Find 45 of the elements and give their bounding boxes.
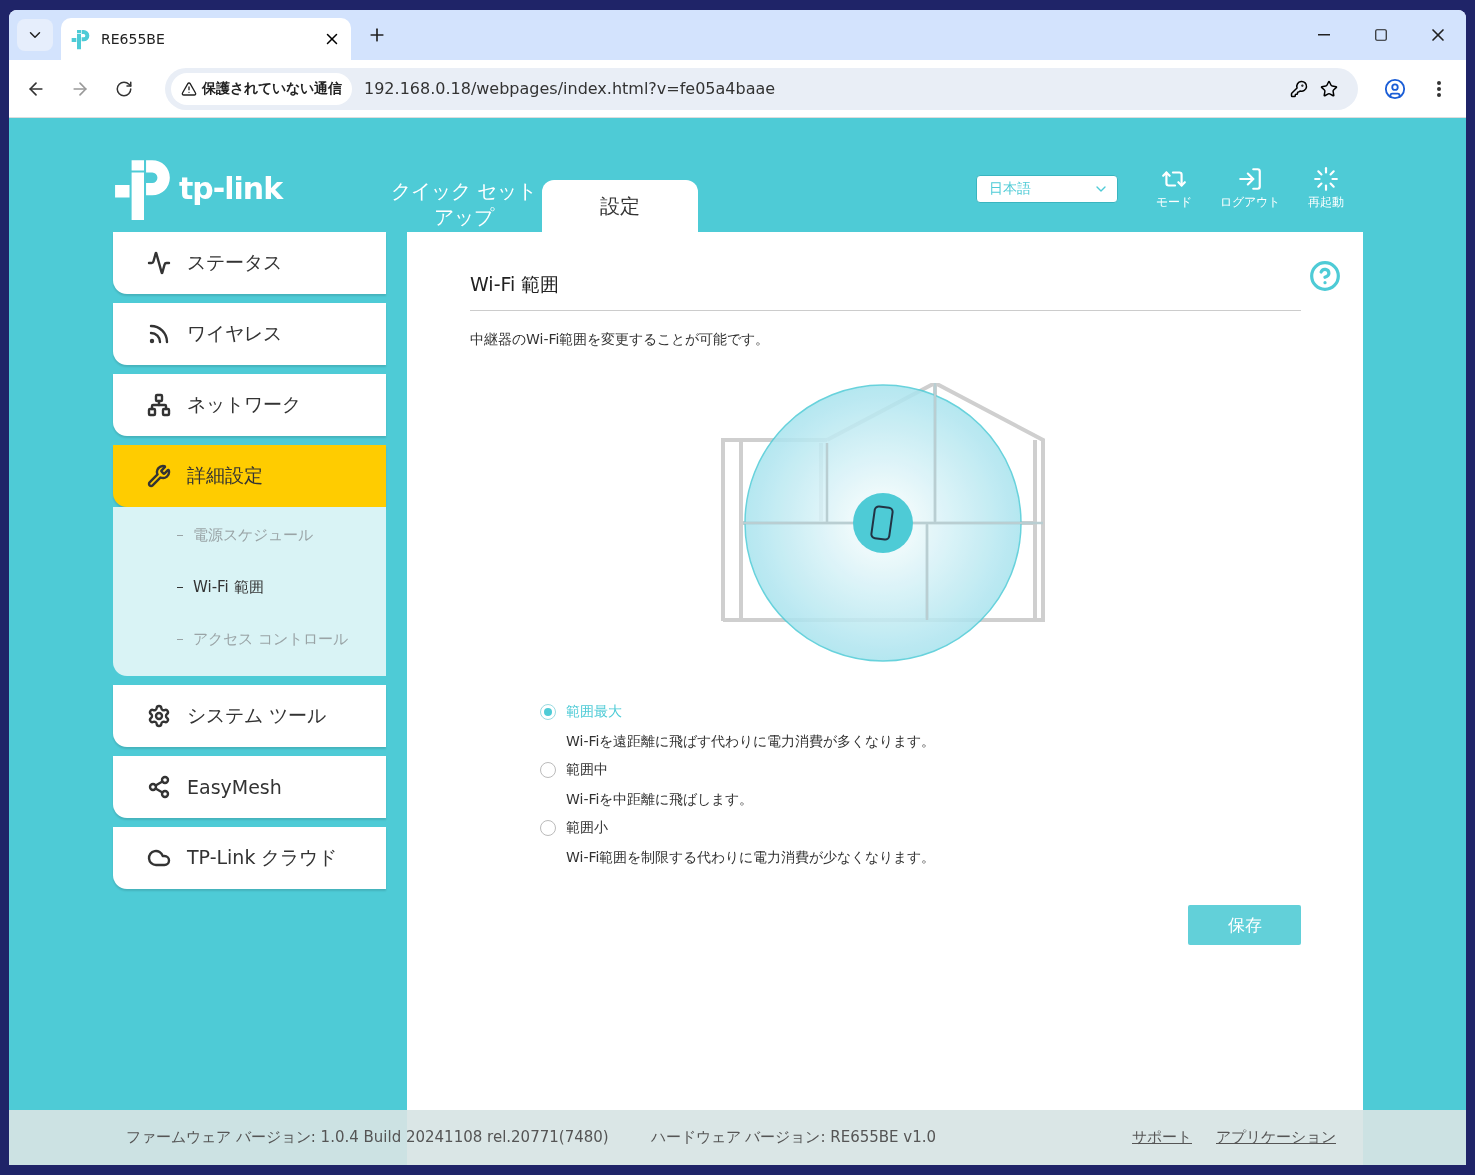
option-description: Wi-Fiを中距離に飛ばします。 — [566, 791, 755, 809]
address-bar[interactable]: 保護されていない通信 192.168.0.18/webpages/index.html?v=fe05a4baae — [165, 67, 1358, 110]
option-label: 範囲中 — [566, 761, 609, 779]
option-label: 範囲最大 — [566, 703, 623, 721]
exit-icon — [1237, 166, 1263, 192]
browser-tab[interactable]: RE655BE — [61, 18, 351, 60]
spinner-icon — [1313, 166, 1339, 192]
signal-waves-icon — [147, 322, 171, 346]
nav-tab[interactable]: 設定 — [542, 180, 698, 232]
key-icon[interactable] — [1290, 79, 1308, 98]
sidebar-item[interactable]: 詳細設定 — [113, 445, 386, 507]
sidebar-item[interactable]: TP-Link クラウド — [113, 827, 386, 889]
gear-icon — [147, 704, 171, 728]
sidebar-item[interactable]: EasyMesh — [113, 756, 386, 818]
sidebar-item[interactable]: システム ツール — [113, 685, 386, 747]
sidebar-item[interactable]: ネットワーク — [113, 374, 386, 436]
footer-link[interactable]: アプリケーション — [1216, 1128, 1336, 1147]
panel-title: Wi-Fi 範囲 — [470, 272, 1301, 311]
tab-title: RE655BE — [101, 31, 166, 47]
url-text: 192.168.0.18/webpages/index.html?v=fe05a4baae — [364, 79, 777, 98]
option-label: 範囲小 — [566, 819, 609, 837]
sidebar-item[interactable]: ステータス — [113, 232, 386, 294]
sidebar-item[interactable]: ワイヤレス — [113, 303, 386, 365]
logo-text: tp-link — [179, 170, 283, 206]
footer-link[interactable]: サポート — [1132, 1128, 1192, 1147]
option-description: Wi-Fi範囲を制限する代わりに電力消費が少なくなります。 — [566, 849, 937, 867]
security-warning[interactable]: 保護されていない通信 — [171, 72, 352, 105]
hardware-version: ハードウェア バージョン: RE655BE v1.0 — [650, 1128, 937, 1147]
network-icon — [147, 393, 171, 417]
logo-icon — [71, 28, 91, 50]
maximize-icon — [1373, 28, 1388, 42]
wrench-icon — [147, 464, 171, 488]
reload-icon — [115, 79, 133, 98]
minimize-icon — [1317, 34, 1330, 36]
warning-text: 保護されていない通信 — [202, 79, 342, 98]
pulse-icon — [147, 251, 171, 275]
submenu-item[interactable]: Wi-Fi 範囲 — [177, 576, 386, 598]
firmware-version: ファームウェア バージョン: 1.0.4 Build 20241108 rel.20771(7480) — [126, 1128, 609, 1147]
bookmark-star-icon[interactable] — [1320, 79, 1338, 98]
menu-icon — [1437, 80, 1441, 97]
option-description: Wi-Fiを遠距離に飛ばす代わりに電力消費が多くなります。 — [566, 733, 937, 751]
profile-icon — [1384, 77, 1406, 100]
panel-description: 中継器のWi-Fi範囲を変更することが可能です。 — [470, 331, 771, 349]
warning-icon — [181, 80, 197, 97]
nodes-icon — [147, 775, 171, 799]
